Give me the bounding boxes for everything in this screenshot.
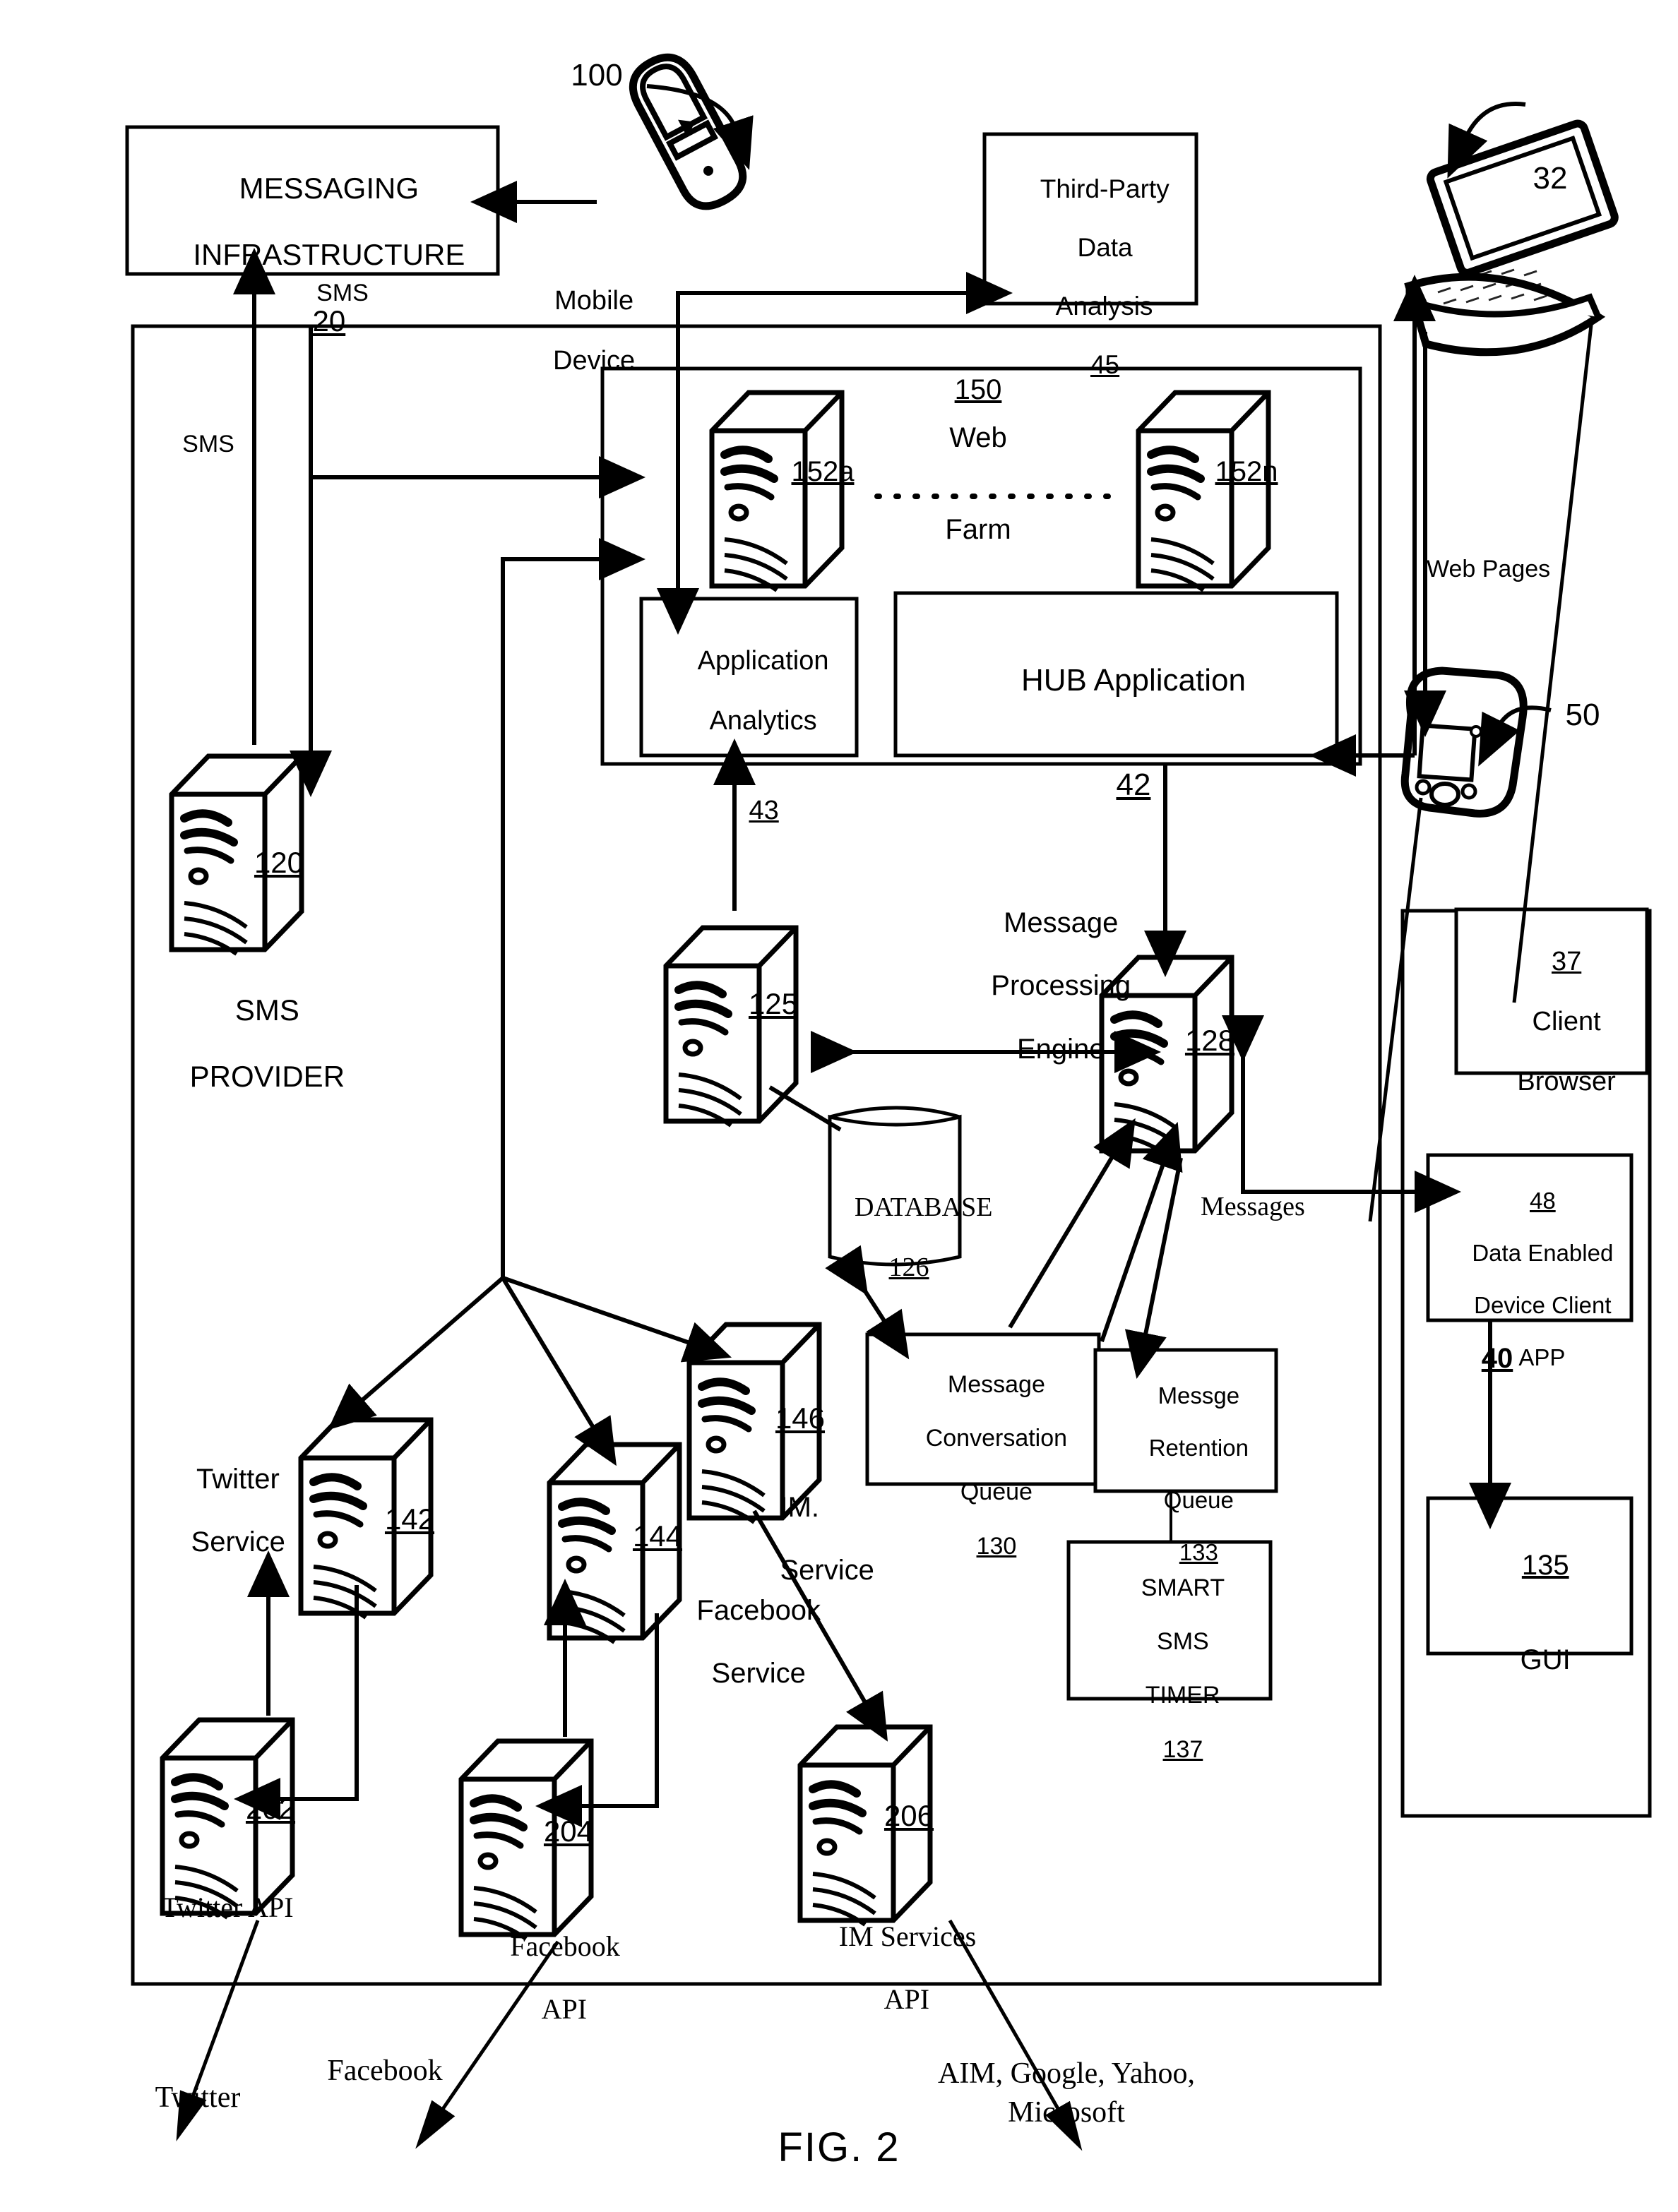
database-ref: 126: [888, 1252, 929, 1282]
web-farm-label-web: Web: [949, 422, 1007, 453]
mcq-line1: Message: [947, 1371, 1045, 1399]
web-farm-ref: 150: [954, 374, 1002, 405]
web-farm-label-farm: Farm: [945, 514, 1011, 545]
hub-application-title: HUB Application: [1021, 663, 1246, 698]
sms-provider-ref: 120: [254, 846, 304, 879]
timer-line2: SMS: [1157, 1628, 1209, 1656]
mcq-line2: Conversation: [925, 1425, 1068, 1452]
im-services-api-label: IM Services API: [777, 1889, 1010, 2047]
sms-provider-line1: SMS: [234, 993, 299, 1027]
twitter-api-label: Twitter API: [161, 1891, 294, 1923]
im-services-api-line2: API: [883, 1983, 930, 2016]
im-service-ref: 146: [775, 1401, 826, 1435]
mobile-device-label-line1: Mobile: [554, 285, 634, 316]
timer-line1: SMART: [1141, 1574, 1225, 1602]
mrq-line1: Messge: [1158, 1382, 1240, 1409]
im-services-api-line1: IM Services: [838, 1920, 977, 1952]
mpe-line3: Engine: [1016, 1033, 1105, 1065]
data-enabled-client-line1: Data Enabled: [1472, 1239, 1614, 1266]
facebook-service-ref: 144: [632, 1519, 683, 1553]
laptop-ref: 32: [1533, 161, 1568, 196]
client-browser-line2: Browser: [1517, 1066, 1616, 1096]
messaging-infrastructure-ref: 20: [312, 304, 346, 338]
facebook-api-ref: 204: [543, 1815, 594, 1848]
mcq-line3: Queue: [960, 1478, 1033, 1506]
messaging-infrastructure-line1: MESSAGING: [239, 172, 420, 205]
third-party-data-analysis-label: Third-Party Data Analysis 45: [984, 145, 1196, 409]
gui-label: 135 GUI: [1428, 1518, 1631, 1708]
im-service-line1: IM.: [780, 1491, 819, 1523]
mcq-ref: 130: [976, 1532, 1017, 1560]
application-analytics-line2: Analytics: [709, 705, 817, 736]
application-analytics-ref: 43: [749, 796, 779, 826]
handheld-ref: 50: [1565, 698, 1600, 732]
mobile-device-icon: [629, 53, 747, 210]
laptop-icon: [1404, 102, 1619, 357]
gui-ref: 135: [1521, 1549, 1569, 1581]
facebook-api-line1: Facebook: [510, 1930, 620, 1962]
data-enabled-client-line2: Device Client: [1474, 1291, 1612, 1318]
sms-provider-line2: PROVIDER: [189, 1060, 345, 1094]
messages-edge-label: Messages: [1201, 1192, 1305, 1221]
external-label-twitter: Twitter: [155, 2081, 241, 2114]
web-server-152n-ref: 152n: [1215, 456, 1278, 487]
third-party-line2: Data: [1077, 233, 1133, 263]
client-browser-line1: Client: [1532, 1006, 1601, 1036]
mrq-line2: Retention: [1148, 1434, 1249, 1461]
third-party-ref: 45: [1090, 350, 1120, 380]
twitter-service-label: Twitter Service: [141, 1432, 304, 1590]
device-group-ref: 40: [1481, 1343, 1513, 1374]
figure-caption: FIG. 2: [778, 2124, 900, 2170]
im-service-label: IM. Service: [749, 1460, 904, 1618]
facebook-service-line2: Service: [711, 1658, 806, 1690]
message-processing-engine-ref: 128: [1184, 1024, 1235, 1057]
external-label-im-networks: AIM, Google, Yahoo, Microsoft: [937, 2057, 1195, 2129]
server-125-ref: 125: [748, 987, 799, 1020]
twitter-service-ref: 142: [384, 1502, 435, 1536]
sms-provider-label: SMS PROVIDER: [134, 960, 367, 1126]
facebook-api-line2: API: [541, 1993, 588, 2026]
mpe-line2: Processing: [991, 970, 1131, 1002]
im-service-line2: Service: [780, 1555, 874, 1586]
im-services-api-ref: 206: [883, 1799, 934, 1832]
client-browser-ref: 37: [1551, 946, 1582, 976]
mobile-device-label-line2: Device: [553, 345, 636, 376]
twitter-service-line1: Twitter: [196, 1463, 280, 1495]
twitter-api-ref: 202: [245, 1792, 296, 1825]
hub-application-label: HUB Application 42: [895, 628, 1337, 837]
third-party-line3: Analysis: [1055, 292, 1153, 321]
sms-label-left: SMS: [182, 431, 234, 458]
messaging-infrastructure-line2: INFRASTRUCTURE: [193, 238, 465, 272]
application-analytics-line1: Application: [697, 645, 829, 676]
timer-ref: 137: [1162, 1735, 1203, 1763]
client-browser-label: 37 Client Browser: [1456, 916, 1647, 1127]
database-title: DATABASE: [855, 1192, 993, 1222]
timer-line3: TIMER: [1145, 1682, 1220, 1709]
twitter-service-line2: Service: [191, 1526, 285, 1558]
mpe-line1: Message: [1004, 907, 1119, 938]
application-analytics-label: Application Analytics 43: [641, 616, 857, 856]
messaging-infrastructure-title: MESSAGING INFRASTRUCTURE 20: [127, 138, 498, 371]
web-server-152a-ref: 152a: [791, 456, 855, 487]
database-label: DATABASE 126: [828, 1162, 992, 1313]
message-processing-engine-label: Message Processing Engine: [925, 875, 1165, 1097]
external-label-facebook: Facebook: [327, 2055, 443, 2087]
facebook-api-label: Facebook API: [445, 1899, 657, 2057]
mrq-line3: Queue: [1163, 1486, 1234, 1513]
gui-title: GUI: [1520, 1644, 1571, 1676]
server-125-icon: [666, 928, 796, 1125]
data-enabled-client-ref: 48: [1529, 1187, 1556, 1214]
mobile-device-label: Mobile Device: [494, 256, 664, 406]
third-party-line1: Third-Party: [1040, 174, 1170, 204]
web-server-152a-icon: [712, 393, 842, 590]
patent-figure-2: MESSAGING INFRASTRUCTURE 20 100 Mobile D…: [0, 0, 1678, 2212]
web-pages-edge-label: Web Pages: [1427, 556, 1551, 582]
sms-label-top: SMS: [316, 280, 369, 306]
smart-sms-timer-label: SMART SMS TIMER 137: [1069, 1548, 1271, 1790]
web-server-152n-icon: [1138, 393, 1268, 590]
mobile-device-ref: 100: [571, 58, 623, 92]
hub-application-ref: 42: [1116, 767, 1151, 803]
